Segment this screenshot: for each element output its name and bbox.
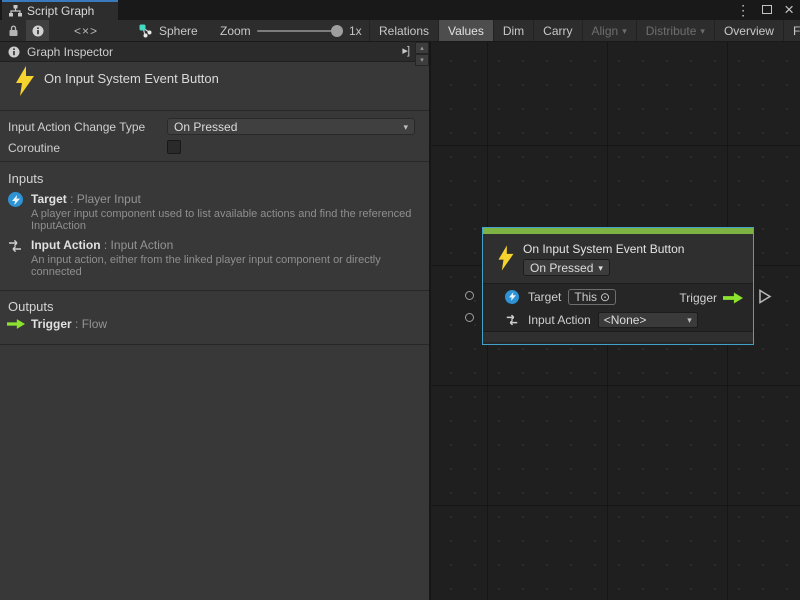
node-title: On Input System Event Button bbox=[523, 242, 684, 256]
input-port-description: An input action, either from the linked … bbox=[31, 254, 433, 278]
inspector-toggle-button[interactable] bbox=[26, 20, 49, 41]
chevron-down-icon: ▾ bbox=[622, 26, 627, 36]
carry-button[interactable]: Carry bbox=[534, 20, 582, 41]
node-body: Target This ⊙ Trigger bbox=[483, 284, 753, 331]
target-input-port[interactable] bbox=[465, 291, 474, 300]
zoom-slider-track[interactable] bbox=[257, 30, 335, 32]
event-bolt-icon bbox=[496, 245, 516, 271]
unit-title-block: On Input System Event Button bbox=[0, 63, 429, 110]
maximize-box bbox=[762, 5, 772, 14]
info-icon bbox=[8, 46, 20, 58]
coroutine-checkbox[interactable] bbox=[167, 140, 181, 154]
inputs-heading: Inputs bbox=[8, 171, 43, 186]
inspector-header: Graph Inspector ▸] bbox=[0, 42, 429, 62]
input-action-icon bbox=[505, 313, 519, 327]
toolbar-buttons: Relations Values Dim Carry Align▾ Distri… bbox=[369, 20, 800, 41]
input-action-dropdown[interactable]: <None> ▾ bbox=[598, 312, 698, 328]
divider bbox=[0, 110, 429, 111]
player-input-icon bbox=[8, 192, 23, 207]
window-controls: ⋮ × bbox=[736, 0, 794, 20]
player-input-icon bbox=[505, 290, 519, 304]
input-action-port-label: Input Action bbox=[528, 313, 591, 327]
flow-arrow-icon bbox=[723, 292, 743, 304]
graph-context-breadcrumb[interactable]: Sphere bbox=[135, 20, 202, 41]
chevron-down-icon: ▾ bbox=[700, 26, 705, 36]
event-bolt-icon bbox=[13, 66, 37, 96]
target-object-field[interactable]: This ⊙ bbox=[568, 289, 616, 305]
context-label: Sphere bbox=[159, 24, 198, 38]
input-action-icon bbox=[7, 238, 23, 254]
change-type-dropdown[interactable]: On Pressed ▾ bbox=[167, 118, 415, 135]
event-node[interactable]: On Input System Event Button On Pressed … bbox=[482, 227, 754, 345]
object-picker-icon[interactable]: ⊙ bbox=[600, 290, 610, 304]
input-port-description: A player input component used to list av… bbox=[31, 208, 433, 232]
tab-title: Script Graph bbox=[27, 4, 94, 18]
align-button[interactable]: Align▾ bbox=[583, 20, 637, 41]
graph-icon bbox=[9, 5, 22, 17]
values-button[interactable]: Values bbox=[439, 20, 494, 41]
node-row-input-action: Input Action <None> ▾ bbox=[483, 308, 753, 331]
node-footer bbox=[483, 331, 753, 342]
trigger-output: Trigger bbox=[679, 286, 743, 309]
tab-script-graph[interactable]: Script Graph bbox=[2, 0, 118, 20]
title-bar: Script Graph ⋮ × bbox=[0, 0, 800, 20]
scroll-up-button[interactable]: ▴ bbox=[415, 42, 429, 54]
overview-button[interactable]: Overview bbox=[715, 20, 784, 41]
code-x-icon: <×> bbox=[74, 24, 98, 38]
change-type-label: Input Action Change Type bbox=[8, 120, 145, 134]
dock-panel-icon[interactable]: ▸] bbox=[402, 44, 409, 57]
graph-toolbar: <×> Sphere Zoom 1x Relations Values Dim … bbox=[0, 20, 800, 42]
menu-icon[interactable]: ⋮ bbox=[736, 0, 750, 20]
node-header[interactable]: On Input System Event Button On Pressed … bbox=[483, 234, 753, 284]
chevron-down-icon: ▾ bbox=[687, 315, 692, 325]
graph-branch-icon bbox=[139, 24, 153, 38]
trigger-output-port[interactable] bbox=[758, 289, 772, 304]
graph-canvas[interactable]: On Input System Event Button On Pressed … bbox=[429, 42, 800, 600]
lock-button[interactable] bbox=[3, 20, 23, 41]
script-graph-window: Script Graph ⋮ × <×> bbox=[0, 0, 800, 600]
coroutine-label: Coroutine bbox=[8, 141, 60, 155]
distribute-button[interactable]: Distribute▾ bbox=[637, 20, 715, 41]
lock-icon bbox=[8, 25, 19, 37]
node-mode-dropdown[interactable]: On Pressed ▾ bbox=[523, 259, 610, 276]
outputs-heading: Outputs bbox=[8, 299, 54, 314]
maximize-icon[interactable] bbox=[762, 3, 772, 17]
divider bbox=[0, 161, 429, 162]
inspector-header-title: Graph Inspector bbox=[27, 45, 113, 59]
unit-title: On Input System Event Button bbox=[44, 71, 219, 86]
info-icon bbox=[32, 25, 44, 37]
zoom-value: 1x bbox=[349, 20, 362, 41]
close-icon[interactable]: × bbox=[784, 0, 794, 20]
output-port-name: Trigger : Flow bbox=[31, 317, 107, 331]
relations-button[interactable]: Relations bbox=[370, 20, 439, 41]
input-port-name: Input Action : Input Action bbox=[31, 238, 173, 252]
zoom-slider-handle[interactable] bbox=[331, 25, 343, 37]
target-port-label: Target bbox=[528, 290, 561, 304]
node-row-target: Target This ⊙ Trigger bbox=[483, 285, 753, 308]
chevron-down-icon: ▾ bbox=[403, 122, 408, 132]
input-action-input-port[interactable] bbox=[465, 313, 474, 322]
input-port-name: Target : Player Input bbox=[31, 192, 141, 206]
chevron-down-icon: ▾ bbox=[598, 263, 603, 273]
zoom-label: Zoom bbox=[220, 20, 251, 41]
dim-button[interactable]: Dim bbox=[494, 20, 534, 41]
divider bbox=[0, 290, 429, 291]
flow-arrow-icon bbox=[7, 318, 25, 330]
full-screen-button[interactable]: Full Screen bbox=[784, 20, 800, 41]
trigger-output-label: Trigger bbox=[679, 291, 717, 305]
graph-inspector-panel: Graph Inspector ▸] ▴ ▾ On Input System E… bbox=[0, 42, 429, 600]
code-view-button[interactable]: <×> bbox=[68, 20, 104, 41]
divider bbox=[0, 344, 429, 345]
